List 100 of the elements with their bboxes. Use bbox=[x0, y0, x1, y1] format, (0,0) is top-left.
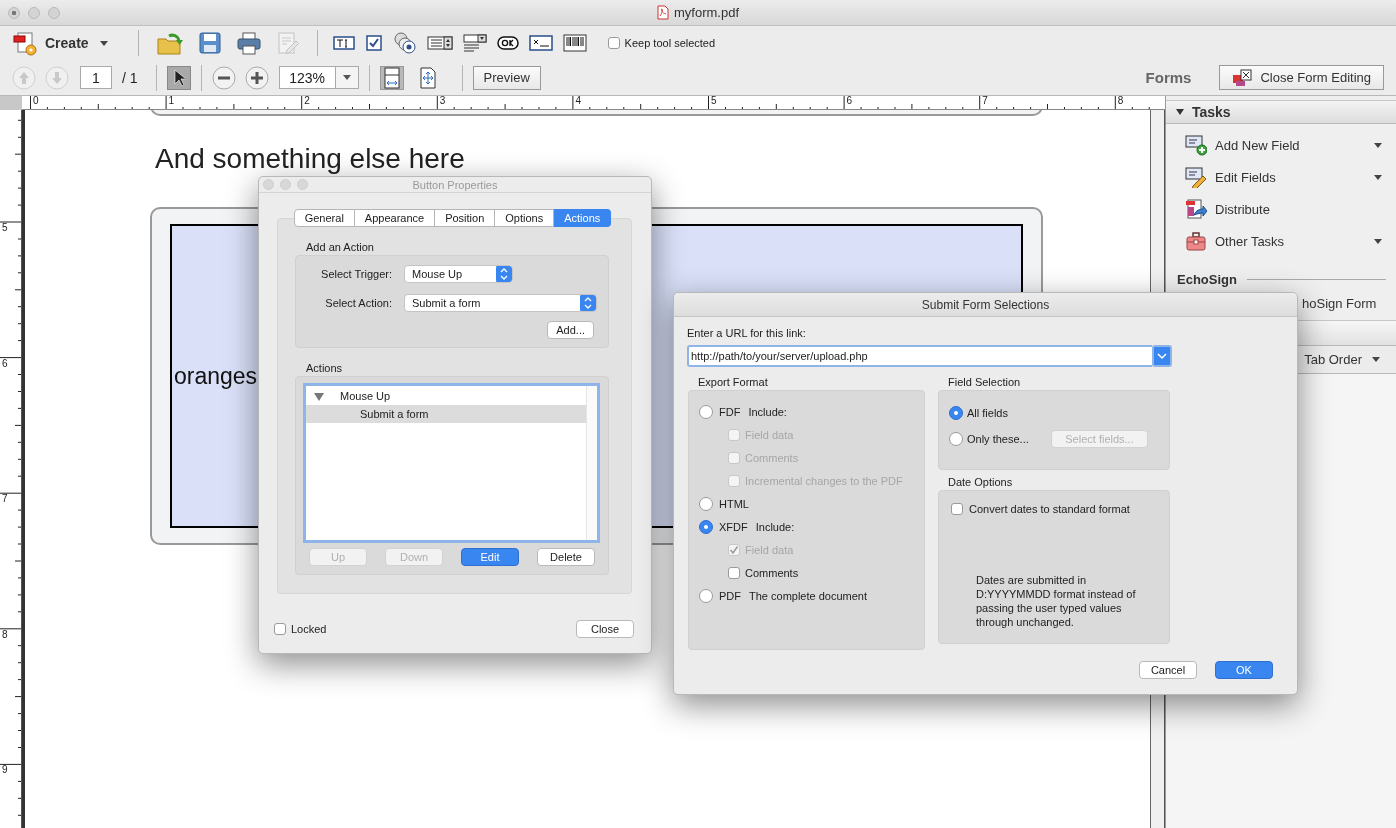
tab[interactable]: Actions bbox=[554, 209, 612, 227]
tab[interactable]: General bbox=[293, 209, 355, 227]
actions-list[interactable]: Mouse Up Submit a form bbox=[303, 383, 600, 543]
radio-label: HTML bbox=[719, 497, 749, 510]
pdf-file-icon bbox=[657, 5, 669, 20]
create-button[interactable]: Create bbox=[12, 30, 108, 56]
radio-label: XFDF bbox=[719, 520, 748, 533]
select-field[interactable]: Submit a form bbox=[404, 294, 597, 312]
url-field[interactable]: http://path/to/your/server/upload.php bbox=[687, 345, 1152, 367]
ruler-number: 6 bbox=[1, 358, 9, 369]
radio-button[interactable] bbox=[699, 404, 713, 419]
task-item[interactable]: Other Tasks bbox=[1166, 225, 1396, 257]
signature-field-icon[interactable] bbox=[528, 35, 553, 51]
document-heading: And something else here bbox=[155, 143, 465, 175]
window-button[interactable] bbox=[8, 6, 20, 19]
tab[interactable]: Appearance bbox=[354, 209, 436, 227]
close-button[interactable]: Close bbox=[576, 620, 634, 638]
field-label: Select Trigger: bbox=[320, 268, 392, 280]
pill-button-icon[interactable] bbox=[496, 36, 519, 50]
task-item[interactable]: Add New Field bbox=[1166, 129, 1396, 161]
caret-icon bbox=[99, 40, 108, 46]
select-field[interactable]: Mouse Up bbox=[404, 265, 513, 283]
radio-button[interactable] bbox=[949, 432, 963, 446]
dropdown-chevron-icon[interactable] bbox=[1152, 345, 1172, 367]
page-field[interactable]: 1 bbox=[80, 66, 112, 89]
radio-label: FDF bbox=[719, 405, 741, 418]
radio-button[interactable] bbox=[699, 496, 713, 511]
barcode-icon[interactable] bbox=[562, 34, 587, 52]
distribute-icon bbox=[1185, 198, 1207, 220]
radio-label: PDF bbox=[719, 589, 741, 602]
ruler-number: 2 bbox=[303, 96, 311, 106]
zoom-in-icon[interactable] bbox=[244, 65, 269, 90]
option-detail: Include: bbox=[755, 520, 795, 533]
preview-button[interactable]: Preview bbox=[472, 65, 541, 90]
caret-icon bbox=[1374, 238, 1382, 244]
checkbox-label: Convert dates to standard format bbox=[969, 502, 1130, 515]
ruler-number: 9 bbox=[1, 765, 9, 776]
ruler-corner bbox=[0, 96, 22, 110]
ruler-number: 8 bbox=[1116, 96, 1125, 106]
tab[interactable]: Position bbox=[435, 209, 496, 227]
print-icon[interactable] bbox=[235, 31, 262, 55]
checkbox[interactable] bbox=[274, 623, 286, 635]
group-label: Actions bbox=[306, 362, 344, 374]
checkbox-icon[interactable] bbox=[364, 34, 383, 52]
radio-button[interactable] bbox=[699, 519, 713, 534]
checkbox[interactable] bbox=[607, 37, 620, 49]
action-button[interactable]: Edit bbox=[461, 548, 519, 566]
list-box-icon[interactable] bbox=[426, 36, 453, 50]
close-form-editing-button[interactable]: Close Form Editing bbox=[1219, 65, 1384, 90]
tree-row[interactable]: Mouse Up bbox=[306, 387, 586, 405]
radio-button[interactable] bbox=[949, 406, 963, 420]
ruler-number: 7 bbox=[981, 96, 989, 106]
radio-button[interactable] bbox=[699, 588, 713, 603]
text-field-icon[interactable] bbox=[332, 34, 355, 52]
caret-icon bbox=[342, 75, 351, 80]
checkbox[interactable] bbox=[951, 502, 963, 515]
ruler-number: 8 bbox=[1, 629, 9, 640]
add-button[interactable]: Add... bbox=[547, 321, 594, 339]
group-label: Export Format bbox=[698, 376, 769, 388]
field-label: Enter a URL for this link: bbox=[687, 327, 807, 339]
note-text: Dates are submitted in D:YYYYMMDD format instead of passing the user typed values through unchanged. bbox=[976, 573, 1137, 629]
dialog-button[interactable]: Cancel bbox=[1139, 661, 1197, 679]
toolbox-icon bbox=[1185, 230, 1207, 252]
radio-button-icon[interactable] bbox=[392, 32, 417, 54]
zoom-field[interactable]: 123% bbox=[278, 66, 359, 89]
pencil-field-icon bbox=[1185, 166, 1207, 188]
radio-label: Only these... bbox=[967, 433, 1029, 445]
window-title: myform.pdf bbox=[674, 5, 739, 20]
fit-button[interactable] bbox=[379, 65, 404, 90]
window-button[interactable] bbox=[48, 6, 60, 19]
dialog-button[interactable]: OK bbox=[1215, 661, 1273, 679]
field-text: oranges bbox=[174, 362, 258, 390]
tab[interactable]: Options bbox=[495, 209, 555, 227]
group-label: Date Options bbox=[948, 476, 1014, 488]
task-item[interactable]: Edit Fields bbox=[1166, 161, 1396, 193]
tree-row[interactable]: Submit a form bbox=[306, 405, 586, 423]
scroll-bar[interactable] bbox=[586, 386, 597, 540]
option-detail: The complete document bbox=[749, 589, 867, 602]
ruler-number: 5 bbox=[710, 96, 718, 106]
dialog-title: Submit Form Selections bbox=[674, 293, 1297, 317]
pointer-icon bbox=[172, 68, 185, 87]
ruler-number: 6 bbox=[845, 96, 854, 106]
group-label: Add an Action bbox=[306, 241, 375, 253]
action-button[interactable]: Delete bbox=[537, 548, 595, 566]
checkbox[interactable] bbox=[728, 566, 740, 579]
tasks-header[interactable]: Tasks bbox=[1166, 100, 1396, 124]
caret-icon bbox=[1374, 174, 1382, 180]
add-field-icon bbox=[1185, 134, 1207, 156]
new-document-icon bbox=[12, 30, 38, 56]
window-button[interactable] bbox=[28, 6, 40, 19]
zoom-out-icon[interactable] bbox=[211, 65, 236, 90]
panel-name: Forms bbox=[1145, 69, 1192, 86]
close-form-icon bbox=[1232, 68, 1253, 87]
ruler-number: 4 bbox=[574, 96, 582, 106]
select-tool-button[interactable] bbox=[166, 65, 191, 90]
task-item[interactable]: Distribute bbox=[1166, 193, 1396, 225]
tab-order-button[interactable]: Tab Order bbox=[1298, 351, 1386, 368]
save-icon[interactable] bbox=[197, 31, 222, 55]
ruler-number: 5 bbox=[1, 223, 9, 233]
dropdown-icon[interactable] bbox=[462, 33, 487, 53]
